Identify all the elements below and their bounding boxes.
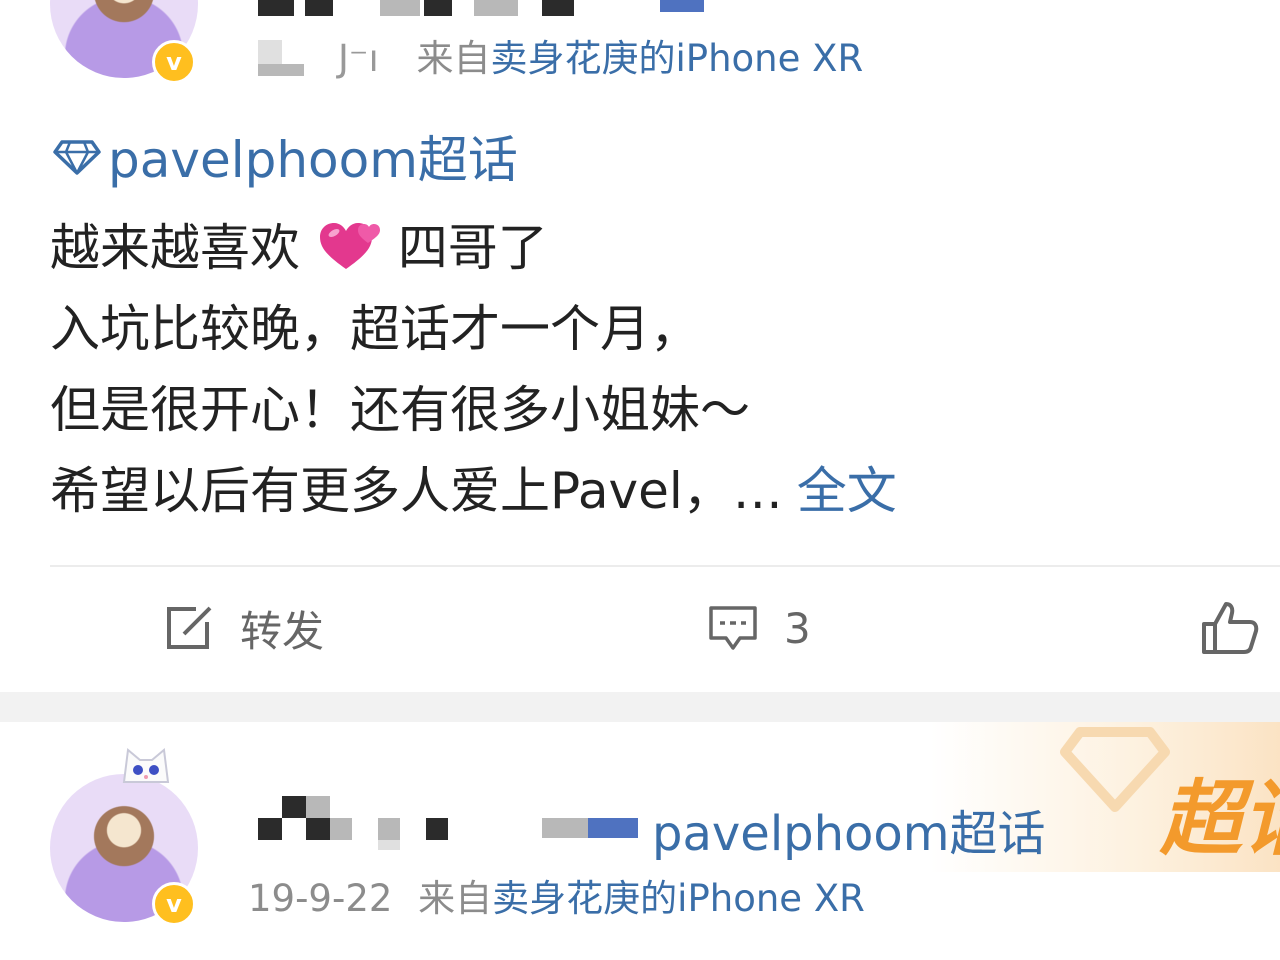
topic-label: pavelphoom超话 (108, 131, 518, 189)
body-line: 但是很开心！还有很多小姐妹～ (50, 381, 750, 439)
post-separator (0, 692, 1280, 722)
body-text: 四哥了 (397, 219, 548, 277)
post-source[interactable]: 卖身花庚的iPhone XR (491, 37, 864, 80)
meta-prefix: 来自 (416, 37, 491, 80)
promo-text: 超话 (1160, 772, 1280, 867)
comment-icon (709, 606, 757, 650)
diamond-watermark-icon (1060, 727, 1170, 812)
body-line: 入坑比较晚，超话才一个月， (50, 300, 700, 358)
diamond-icon (53, 140, 101, 175)
verified-badge-icon: v (152, 40, 196, 84)
body-line: 越来越喜欢 四哥了 (50, 208, 1230, 289)
comment-count: 3 (784, 603, 811, 653)
post-card[interactable]: v J⁻ı 来自卖身花庚的iPhone XR pavelphoom超话 越来越喜… (0, 0, 1280, 692)
cat-pendant-icon (122, 748, 170, 783)
thumbs-up-icon (1202, 602, 1259, 654)
post-date: 19-9-22 (248, 877, 393, 920)
meta-prefix: 来自 (418, 877, 493, 920)
post-meta: J⁻ı 来自卖身花庚的iPhone XR (338, 28, 863, 82)
body-text: 越来越喜欢 (50, 219, 300, 277)
comment-button[interactable]: 3 (708, 598, 811, 658)
divider (50, 565, 1280, 567)
topic-link[interactable]: pavelphoom超话 (652, 794, 1046, 864)
verified-badge-icon: v (152, 882, 196, 926)
post-body: 越来越喜欢 四哥了 入坑比较晚，超话才一个月， 但是很开心！还有很多小姐妹～ 希… (50, 208, 1230, 532)
edit-share-icon (167, 606, 212, 649)
post-card[interactable]: 超话 v pavelphoom超话 19-9-22 来自卖身花庚的iPhone … (0, 722, 1280, 960)
repost-button[interactable]: 转发 (166, 598, 324, 658)
two-hearts-emoji-icon (319, 223, 380, 269)
repost-label: 转发 (240, 606, 325, 656)
body-line: 希望以后有更多人爱上Pavel，… 全文 (50, 451, 1230, 532)
censored-date: J⁻ı (338, 37, 379, 80)
post-meta: 19-9-22 来自卖身花庚的iPhone XR (248, 868, 865, 922)
body-text: 希望以后有更多人爱上Pavel，… (50, 462, 783, 520)
expand-full-text-link[interactable]: 全文 (797, 462, 897, 520)
like-button[interactable] (1200, 598, 1280, 658)
topic-link[interactable]: pavelphoom超话 (52, 126, 518, 189)
post-source[interactable]: 卖身花庚的iPhone XR (492, 877, 865, 920)
